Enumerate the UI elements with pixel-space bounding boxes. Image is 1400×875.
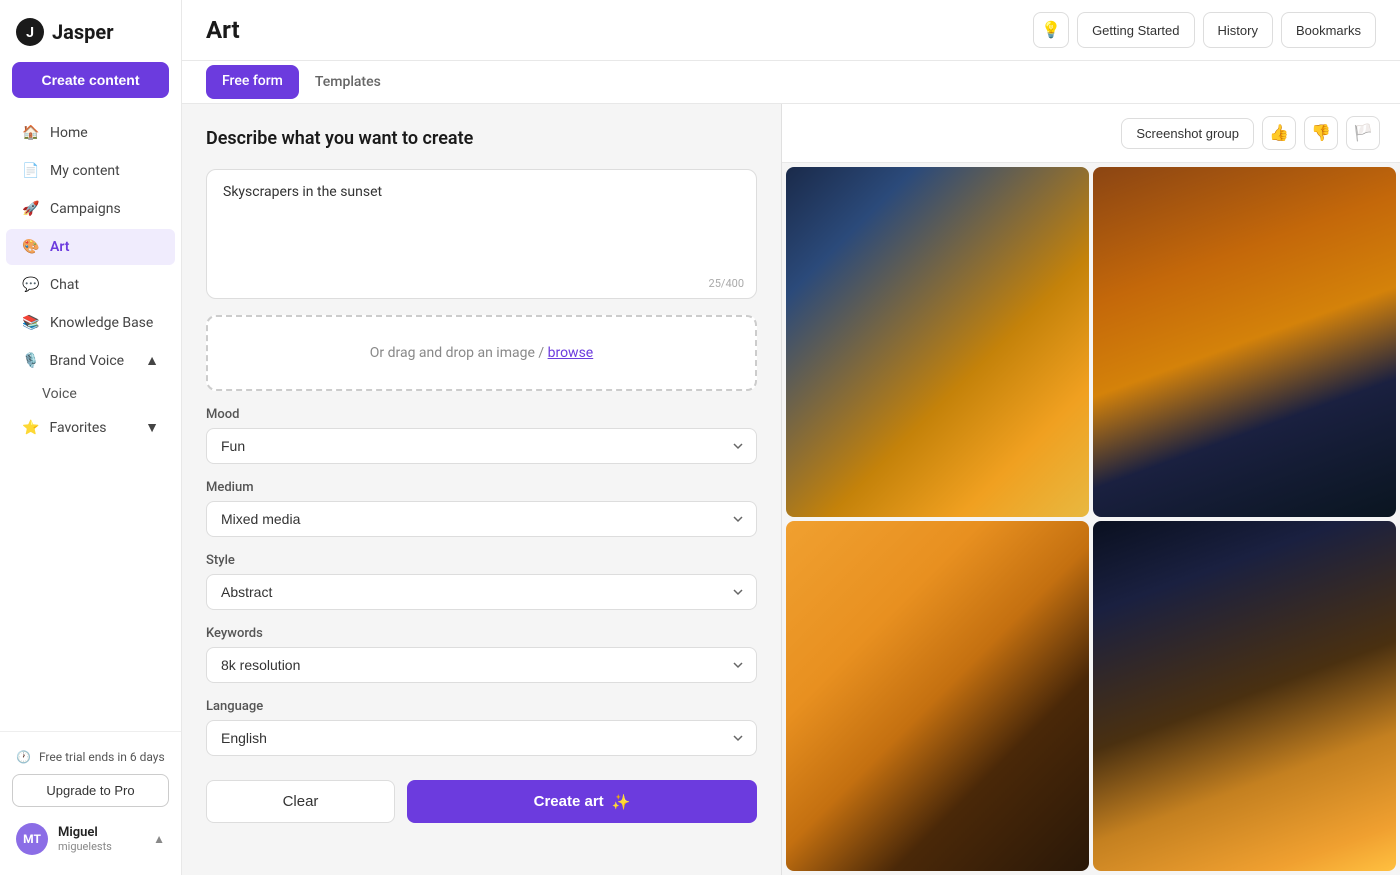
settings-icon-button[interactable]: 💡 bbox=[1033, 12, 1069, 48]
user-name: Miguel bbox=[58, 825, 143, 840]
user-info: Miguel miguelests bbox=[58, 825, 143, 853]
drag-drop-text: Or drag and drop an image / bbox=[370, 345, 548, 361]
history-button[interactable]: History bbox=[1203, 12, 1273, 48]
chevron-down-icon: ▼ bbox=[145, 419, 159, 436]
mood-group: Mood Fun Happy Sad Dramatic Calm bbox=[206, 407, 757, 464]
art-icon: 🎨 bbox=[22, 238, 40, 256]
tab-free-form[interactable]: Free form bbox=[206, 65, 299, 99]
language-label: Language bbox=[206, 699, 757, 714]
getting-started-button[interactable]: Getting Started bbox=[1077, 12, 1194, 48]
description-input-wrapper: Skyscrapers in the sunset 25/400 bbox=[206, 169, 757, 299]
upgrade-button[interactable]: Upgrade to Pro bbox=[12, 774, 169, 807]
sidebar-item-my-content-label: My content bbox=[50, 163, 120, 179]
sidebar-item-home[interactable]: 🏠 Home bbox=[6, 115, 175, 151]
bookmarks-button[interactable]: Bookmarks bbox=[1281, 12, 1376, 48]
keywords-select[interactable]: 8k resolution 4k resolution HDR Ultra de… bbox=[206, 647, 757, 683]
sidebar-item-voice[interactable]: Voice bbox=[0, 379, 181, 409]
description-textarea[interactable]: Skyscrapers in the sunset bbox=[223, 184, 740, 264]
chevron-up-icon-user: ▲ bbox=[153, 832, 165, 846]
top-bar: Art 💡 Getting Started History Bookmarks bbox=[182, 0, 1400, 61]
drag-drop-area[interactable]: Or drag and drop an image / browse bbox=[206, 315, 757, 391]
main-content: Art 💡 Getting Started History Bookmarks … bbox=[182, 0, 1400, 875]
section-title: Describe what you want to create bbox=[206, 128, 757, 149]
style-label: Style bbox=[206, 553, 757, 568]
keywords-group: Keywords 8k resolution 4k resolution HDR… bbox=[206, 626, 757, 683]
clear-button[interactable]: Clear bbox=[206, 780, 395, 823]
mood-label: Mood bbox=[206, 407, 757, 422]
style-select[interactable]: Abstract Realistic Impressionist Surreal… bbox=[206, 574, 757, 610]
page-title: Art bbox=[206, 16, 240, 44]
language-select[interactable]: English Spanish French German bbox=[206, 720, 757, 756]
sidebar-item-art[interactable]: 🎨 Art bbox=[6, 229, 175, 265]
flag-icon: 🏳️ bbox=[1353, 123, 1373, 143]
sidebar-bottom: 🕐 Free trial ends in 6 days Upgrade to P… bbox=[0, 731, 181, 875]
sidebar-item-chat[interactable]: 💬 Chat bbox=[6, 267, 175, 303]
bottom-actions: Clear Create art ✨ bbox=[206, 780, 757, 823]
mood-select[interactable]: Fun Happy Sad Dramatic Calm bbox=[206, 428, 757, 464]
sidebar-brand-voice-section[interactable]: 🎙️ Brand Voice ▲ bbox=[6, 343, 175, 378]
logo: J Jasper bbox=[0, 0, 181, 58]
sidebar-item-chat-label: Chat bbox=[50, 277, 79, 293]
brand-voice-label: Brand Voice bbox=[49, 353, 124, 369]
style-group: Style Abstract Realistic Impressionist S… bbox=[206, 553, 757, 610]
create-art-label: Create art bbox=[534, 793, 604, 810]
left-panel: Describe what you want to create Skyscra… bbox=[182, 104, 782, 875]
flag-button[interactable]: 🏳️ bbox=[1346, 116, 1380, 150]
sidebar-item-campaigns[interactable]: 🚀 Campaigns bbox=[6, 191, 175, 227]
medium-label: Medium bbox=[206, 480, 757, 495]
thumbs-up-icon: 👍 bbox=[1269, 123, 1289, 143]
user-handle: miguelests bbox=[58, 840, 143, 853]
image-cell-3[interactable] bbox=[786, 521, 1089, 871]
create-content-button[interactable]: Create content bbox=[12, 62, 169, 98]
sidebar-item-art-label: Art bbox=[50, 239, 69, 255]
rocket-icon: 🚀 bbox=[22, 200, 40, 218]
medium-group: Medium Mixed media Oil painting Watercol… bbox=[206, 480, 757, 537]
thumbs-up-button[interactable]: 👍 bbox=[1262, 116, 1296, 150]
browse-link[interactable]: browse bbox=[548, 345, 594, 361]
trial-text: Free trial ends in 6 days bbox=[39, 750, 165, 764]
book-icon: 📚 bbox=[22, 314, 40, 332]
sidebar-favorites-section[interactable]: ⭐ Favorites ▼ bbox=[6, 410, 175, 445]
jasper-logo-icon: J bbox=[16, 18, 44, 46]
sidebar-item-my-content[interactable]: 📄 My content bbox=[6, 153, 175, 189]
screenshot-group-button[interactable]: Screenshot group bbox=[1121, 118, 1254, 149]
right-panel: Screenshot group 👍 👎 🏳️ bbox=[782, 104, 1400, 875]
char-count: 25/400 bbox=[709, 277, 744, 290]
thumbs-down-icon: 👎 bbox=[1311, 123, 1331, 143]
language-group: Language English Spanish French German bbox=[206, 699, 757, 756]
tab-templates[interactable]: Templates bbox=[299, 62, 397, 104]
star-icon: ⭐ bbox=[22, 420, 39, 436]
sidebar: J Jasper Create content 🏠 Home 📄 My cont… bbox=[0, 0, 182, 875]
images-grid bbox=[782, 163, 1400, 875]
sidebar-item-knowledge-base-label: Knowledge Base bbox=[50, 315, 153, 331]
chat-icon: 💬 bbox=[22, 276, 40, 294]
sidebar-item-home-label: Home bbox=[50, 125, 88, 141]
image-cell-4[interactable] bbox=[1093, 521, 1396, 871]
thumbs-down-button[interactable]: 👎 bbox=[1304, 116, 1338, 150]
image-cell-1[interactable] bbox=[786, 167, 1089, 517]
logo-text: Jasper bbox=[52, 20, 114, 44]
svg-text:J: J bbox=[26, 25, 34, 41]
right-panel-toolbar: Screenshot group 👍 👎 🏳️ bbox=[782, 104, 1400, 163]
sidebar-item-campaigns-label: Campaigns bbox=[50, 201, 121, 217]
tabs-bar: Free form Templates bbox=[182, 61, 1400, 104]
content-area: Describe what you want to create Skyscra… bbox=[182, 104, 1400, 875]
create-art-button[interactable]: Create art ✨ bbox=[407, 780, 757, 823]
clock-icon: 🕐 bbox=[16, 750, 31, 764]
image-cell-2[interactable] bbox=[1093, 167, 1396, 517]
avatar: MT bbox=[16, 823, 48, 855]
top-bar-actions: 💡 Getting Started History Bookmarks bbox=[1033, 12, 1376, 48]
favorites-label: Favorites bbox=[49, 420, 106, 436]
sparkle-icon: ✨ bbox=[612, 793, 631, 811]
chevron-up-icon: ▲ bbox=[145, 352, 159, 369]
brand-voice-icon: 🎙️ bbox=[22, 353, 39, 369]
medium-select[interactable]: Mixed media Oil painting Watercolor Digi… bbox=[206, 501, 757, 537]
home-icon: 🏠 bbox=[22, 124, 40, 142]
user-profile[interactable]: MT Miguel miguelests ▲ bbox=[0, 815, 181, 863]
file-icon: 📄 bbox=[22, 162, 40, 180]
keywords-label: Keywords bbox=[206, 626, 757, 641]
trial-info: 🕐 Free trial ends in 6 days bbox=[0, 744, 181, 770]
lightbulb-icon: 💡 bbox=[1041, 20, 1061, 40]
sidebar-item-knowledge-base[interactable]: 📚 Knowledge Base bbox=[6, 305, 175, 341]
